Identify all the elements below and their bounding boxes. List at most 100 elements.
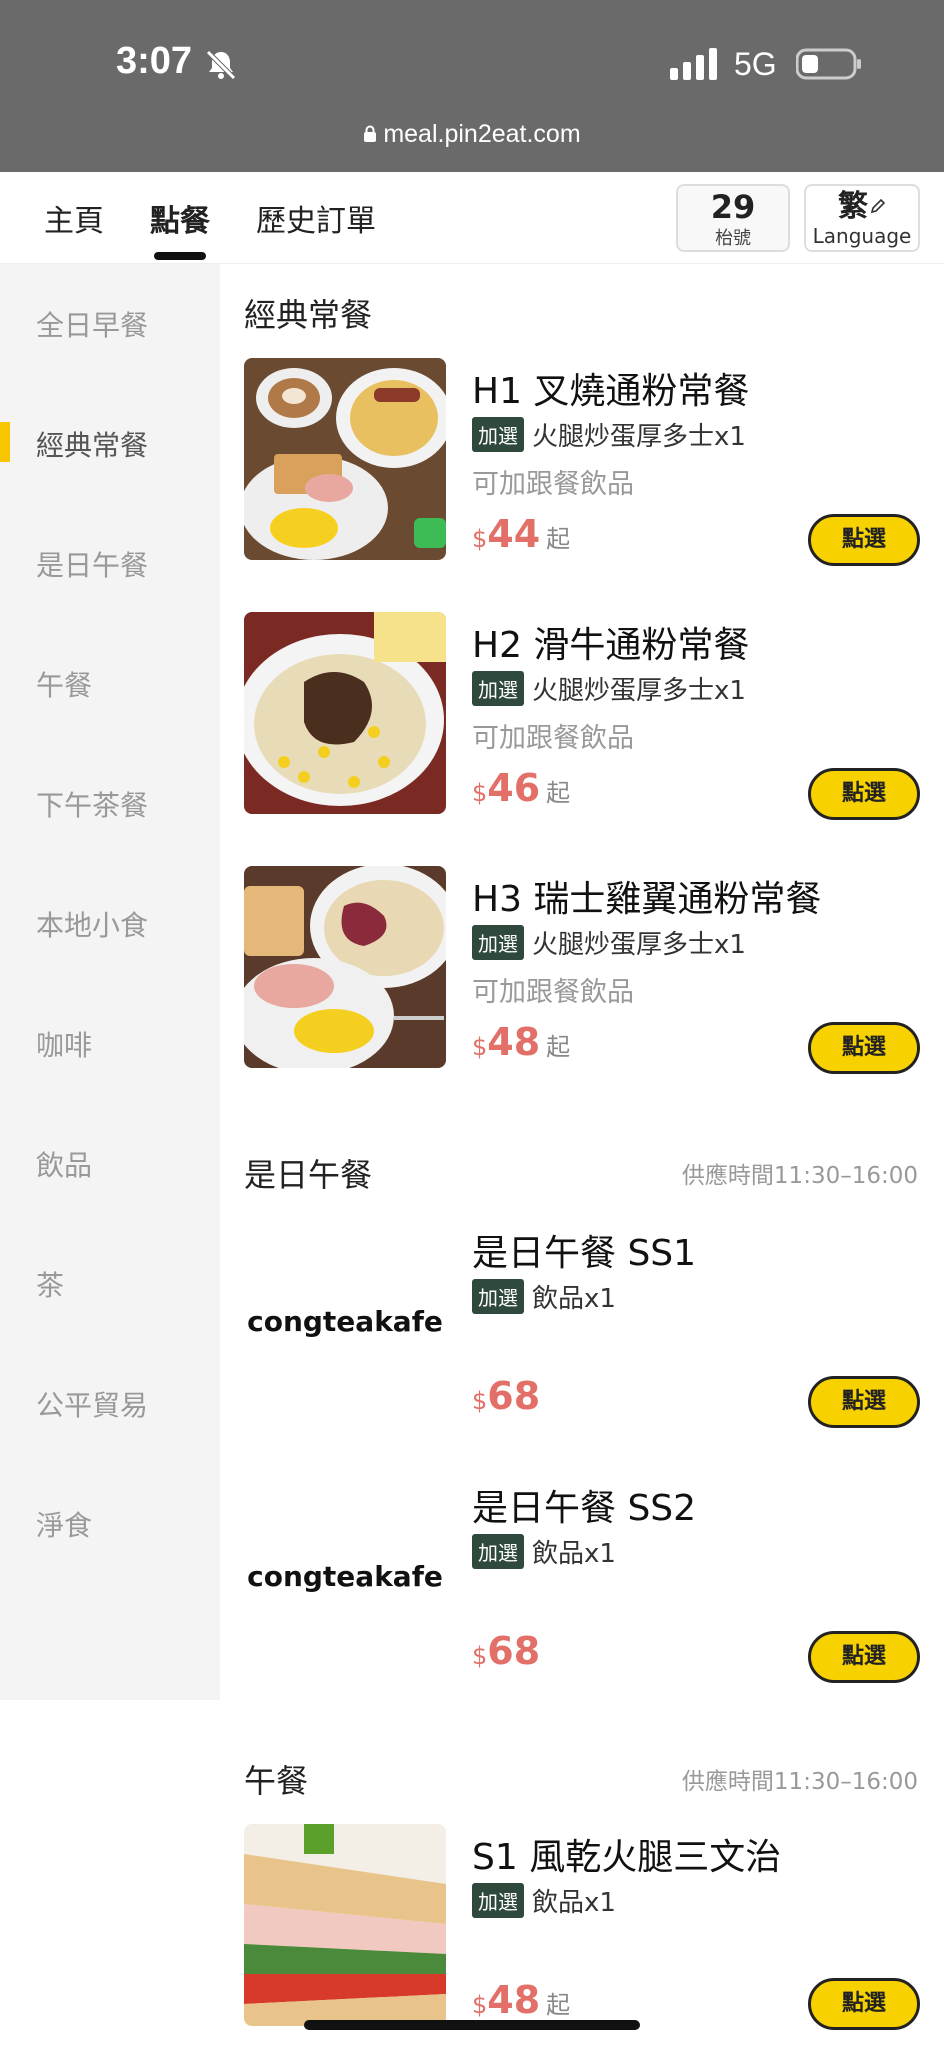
logo-text: congteakafe [247, 1559, 443, 1593]
price-amount: 48 [487, 1978, 541, 2022]
item-name: 是日午餐 SS2 [472, 1488, 697, 1529]
price-amount: 46 [487, 766, 541, 810]
food-photo [244, 612, 446, 814]
item-price: $68 [472, 1374, 540, 1418]
select-button[interactable]: 點選 [808, 1022, 920, 1074]
language-current: 繁 [838, 189, 868, 224]
select-button[interactable]: 點選 [808, 1376, 920, 1428]
item-name: H1 叉燒通粉常餐 [472, 371, 750, 412]
price-from: 起 [546, 1033, 571, 1061]
sidebar-item-tea[interactable]: 茶 [36, 1264, 64, 1304]
sidebar-item-drinks[interactable]: 飲品 [36, 1144, 92, 1184]
item-addon: 加選 火腿炒蛋厚多士x1 [472, 416, 746, 453]
sidebar-item-a-la-carte[interactable]: 淨食 [36, 1504, 92, 1544]
addon-text: 火腿炒蛋厚多士x1 [532, 676, 746, 706]
menu-item[interactable]: congteakafe 是日午餐 SS2 加選 飲品x1 $68 點選 [244, 1475, 920, 1683]
price-currency: $ [472, 779, 488, 807]
item-addon: 加選 飲品x1 [472, 1533, 616, 1570]
sidebar-item-coffee[interactable]: 咖啡 [36, 1024, 92, 1064]
menu-item[interactable]: H1 叉燒通粉常餐 加選 火腿炒蛋厚多士x1 可加跟餐飲品 $44 起 點選 [244, 358, 920, 566]
battery-icon [796, 48, 861, 80]
sidebar-item-all-day-breakfast[interactable]: 全日早餐 [36, 304, 148, 344]
addon-tag: 加選 [472, 1279, 524, 1314]
signal-icon [670, 48, 717, 80]
menu-item[interactable]: S1 風乾火腿三文治 加選 飲品x1 $48 起 點選 [244, 1824, 920, 2030]
restaurant-logo: congteakafe [244, 1475, 446, 1677]
status-bar: 3:07 5G meal.pin2eat.com [0, 0, 944, 172]
bell-muted-icon [206, 50, 236, 80]
addon-tag: 加選 [472, 1534, 524, 1569]
addon-text: 火腿炒蛋厚多士x1 [532, 930, 746, 960]
active-category-indicator [0, 422, 10, 462]
menu-item[interactable]: H3 瑞士雞翼通粉常餐 加選 火腿炒蛋厚多士x1 可加跟餐飲品 $48 起 點選 [244, 866, 920, 1074]
item-name: H3 瑞士雞翼通粉常餐 [472, 879, 822, 920]
addon-text: 火腿炒蛋厚多士x1 [532, 422, 746, 452]
addon-tag: 加選 [472, 925, 524, 960]
item-note: 可加跟餐飲品 [472, 977, 634, 1008]
sidebar-item-local-snacks[interactable]: 本地小食 [36, 904, 148, 944]
sidebar-item-afternoon-tea[interactable]: 下午茶餐 [36, 784, 148, 824]
price-currency: $ [472, 1991, 488, 2019]
select-button[interactable]: 點選 [808, 1631, 920, 1683]
addon-tag: 加選 [472, 1883, 524, 1918]
home-indicator [304, 2020, 640, 2030]
menu-item[interactable]: congteakafe 是日午餐 SS1 加選 飲品x1 $68 點選 [244, 1220, 920, 1428]
menu-item[interactable]: H2 滑牛通粉常餐 加選 火腿炒蛋厚多士x1 可加跟餐飲品 $46 起 點選 [244, 612, 920, 820]
top-navigation: 主頁 點餐 歷史訂單 29 枱號 繁 Language [0, 172, 944, 264]
item-name: 是日午餐 SS1 [472, 1233, 697, 1274]
item-price: $46 起 [472, 766, 570, 810]
sidebar-item-classic-set[interactable]: 經典常餐 [36, 424, 148, 464]
tab-order-history[interactable]: 歷史訂單 [256, 196, 376, 240]
item-name: S1 風乾火腿三文治 [472, 1837, 782, 1878]
select-button[interactable]: 點選 [808, 514, 920, 566]
section-hours: 供應時間11:30–16:00 [681, 1163, 918, 1189]
item-addon: 加選 火腿炒蛋厚多士x1 [472, 670, 746, 707]
price-amount: 68 [487, 1629, 541, 1673]
food-photo [244, 866, 446, 1068]
language-button[interactable]: 繁 Language [804, 184, 920, 252]
sidebar-item-daily-lunch[interactable]: 是日午餐 [36, 544, 148, 584]
item-price: $48 起 [472, 1978, 570, 2022]
logo-text: congteakafe [247, 1304, 443, 1338]
item-addon: 加選 飲品x1 [472, 1882, 616, 1919]
price-from: 起 [546, 525, 571, 553]
tab-order-label: 點餐 [150, 204, 210, 239]
price-amount: 44 [487, 512, 541, 556]
item-price: $68 [472, 1629, 540, 1673]
price-from: 起 [546, 1991, 571, 2019]
price-currency: $ [472, 525, 488, 553]
pencil-icon [870, 198, 886, 214]
price-currency: $ [472, 1387, 488, 1415]
table-number: 29 [710, 188, 756, 226]
url-text: meal.pin2eat.com [383, 120, 581, 148]
item-price: $44 起 [472, 512, 570, 556]
table-label: 枱號 [715, 228, 751, 249]
lock-icon [364, 125, 377, 142]
language-label: Language [812, 224, 912, 248]
item-note: 可加跟餐飲品 [472, 469, 634, 500]
addon-text: 飲品x1 [532, 1539, 616, 1569]
tab-home[interactable]: 主頁 [44, 196, 104, 240]
section-title-daily-lunch: 是日午餐 [244, 1156, 373, 1194]
sidebar-item-fair-trade[interactable]: 公平貿易 [36, 1384, 148, 1424]
food-photo [244, 1824, 446, 2026]
tab-order[interactable]: 點餐 [150, 196, 210, 260]
clock: 3:07 [116, 40, 193, 82]
item-addon: 加選 飲品x1 [472, 1278, 616, 1315]
select-button[interactable]: 點選 [808, 768, 920, 820]
section-hours: 供應時間11:30–16:00 [681, 1769, 918, 1795]
addon-tag: 加選 [472, 417, 524, 452]
food-photo [244, 358, 446, 560]
item-name: H2 滑牛通粉常餐 [472, 625, 750, 666]
item-note: 可加跟餐飲品 [472, 723, 634, 754]
url-bar[interactable]: meal.pin2eat.com [0, 120, 944, 149]
select-button[interactable]: 點選 [808, 1978, 920, 2030]
sidebar-item-lunch[interactable]: 午餐 [36, 664, 92, 704]
active-tab-indicator [154, 252, 206, 260]
network-label: 5G [734, 46, 777, 82]
price-from: 起 [546, 779, 571, 807]
restaurant-logo: congteakafe [244, 1220, 446, 1422]
section-title-lunch: 午餐 [244, 1762, 309, 1800]
category-sidebar: 全日早餐 經典常餐 是日午餐 午餐 下午茶餐 本地小食 咖啡 飲品 茶 公平貿易… [0, 264, 220, 1700]
addon-text: 飲品x1 [532, 1284, 616, 1314]
